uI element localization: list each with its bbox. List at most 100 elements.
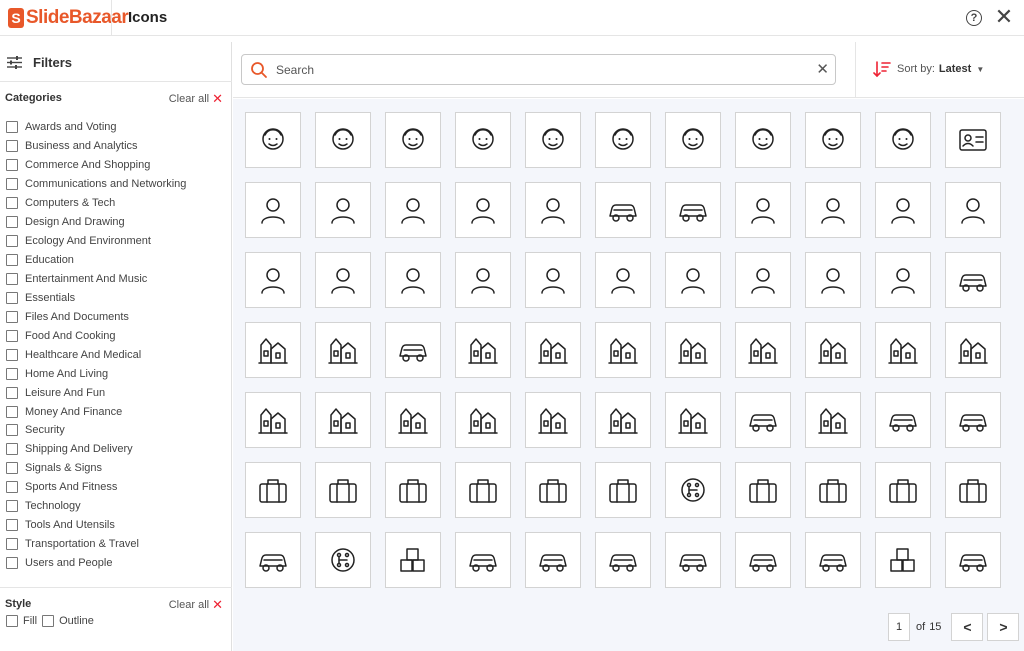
icon-tile[interactable] (595, 252, 651, 308)
icon-tile[interactable] (945, 322, 1001, 378)
icon-tile[interactable] (665, 322, 721, 378)
icon-tile[interactable] (525, 532, 581, 588)
category-checkbox[interactable] (6, 387, 18, 399)
icon-tile[interactable] (315, 182, 371, 238)
icon-tile[interactable] (455, 392, 511, 448)
icon-tile[interactable] (805, 182, 861, 238)
category-item[interactable]: Education (6, 251, 226, 270)
icon-tile[interactable] (525, 112, 581, 168)
icon-tile[interactable] (245, 462, 301, 518)
icon-tile[interactable] (595, 182, 651, 238)
category-checkbox[interactable] (6, 538, 18, 550)
category-item[interactable]: Shipping And Delivery (6, 440, 226, 459)
icon-tile[interactable] (875, 462, 931, 518)
icon-tile[interactable] (945, 392, 1001, 448)
category-item[interactable]: Security (6, 421, 226, 440)
icon-tile[interactable] (245, 252, 301, 308)
category-checkbox[interactable] (6, 519, 18, 531)
prev-page-button[interactable]: < (951, 613, 983, 641)
icon-tile[interactable] (245, 112, 301, 168)
icon-tile[interactable] (735, 322, 791, 378)
category-item[interactable]: Transportation & Travel (6, 535, 226, 554)
icon-tile[interactable] (805, 532, 861, 588)
category-item[interactable]: Leisure And Fun (6, 383, 226, 402)
icon-tile[interactable] (595, 462, 651, 518)
icon-tile[interactable] (595, 532, 651, 588)
icon-tile[interactable] (665, 182, 721, 238)
icon-tile[interactable] (315, 532, 371, 588)
icon-tile[interactable] (525, 182, 581, 238)
icon-tile[interactable] (315, 462, 371, 518)
sort-dropdown[interactable]: Sort by: Latest ▼ (873, 60, 984, 78)
icon-tile[interactable] (875, 532, 931, 588)
icon-tile[interactable] (805, 252, 861, 308)
icon-tile[interactable] (665, 252, 721, 308)
category-checkbox[interactable] (6, 557, 18, 569)
category-item[interactable]: Users and People (6, 554, 226, 573)
fill-checkbox[interactable] (6, 615, 18, 627)
icon-tile[interactable] (315, 112, 371, 168)
icon-tile[interactable] (385, 112, 441, 168)
category-item[interactable]: Signals & Signs (6, 459, 226, 478)
icon-tile[interactable] (595, 112, 651, 168)
category-checkbox[interactable] (6, 273, 18, 285)
search-input[interactable] (276, 61, 796, 79)
category-checkbox[interactable] (6, 406, 18, 418)
icon-tile[interactable] (735, 532, 791, 588)
icon-tile[interactable] (455, 322, 511, 378)
category-item[interactable]: Awards and Voting (6, 118, 226, 137)
icon-tile[interactable] (945, 182, 1001, 238)
icon-tile[interactable] (455, 252, 511, 308)
clear-search-icon[interactable]: ✕ (816, 60, 829, 78)
outline-checkbox[interactable] (42, 615, 54, 627)
icon-tile[interactable] (385, 462, 441, 518)
category-item[interactable]: Home And Living (6, 364, 226, 383)
icon-tile[interactable] (875, 322, 931, 378)
icon-tile[interactable] (245, 532, 301, 588)
icon-tile[interactable] (665, 532, 721, 588)
category-checkbox[interactable] (6, 368, 18, 380)
icon-tile[interactable] (595, 392, 651, 448)
icon-tile[interactable] (875, 252, 931, 308)
icon-tile[interactable] (525, 252, 581, 308)
category-item[interactable]: Files And Documents (6, 307, 226, 326)
category-item[interactable]: Money And Finance (6, 402, 226, 421)
category-item[interactable]: Technology (6, 497, 226, 516)
icon-tile[interactable] (805, 322, 861, 378)
category-item[interactable]: Entertainment And Music (6, 270, 226, 289)
category-checkbox[interactable] (6, 462, 18, 474)
categories-clear-all[interactable]: Clear all✕ (169, 91, 223, 107)
category-checkbox[interactable] (6, 216, 18, 228)
category-item[interactable]: Business and Analytics (6, 137, 226, 156)
category-checkbox[interactable] (6, 178, 18, 190)
category-checkbox[interactable] (6, 121, 18, 133)
category-item[interactable]: Healthcare And Medical (6, 345, 226, 364)
category-checkbox[interactable] (6, 330, 18, 342)
icon-tile[interactable] (385, 392, 441, 448)
category-checkbox[interactable] (6, 235, 18, 247)
icon-tile[interactable] (385, 252, 441, 308)
icon-tile[interactable] (735, 462, 791, 518)
icon-tile[interactable] (735, 182, 791, 238)
icon-tile[interactable] (455, 532, 511, 588)
icon-tile[interactable] (245, 322, 301, 378)
icon-tile[interactable] (945, 532, 1001, 588)
icon-tile[interactable] (245, 392, 301, 448)
icon-tile[interactable] (315, 252, 371, 308)
icon-tile[interactable] (595, 322, 651, 378)
category-item[interactable]: Commerce And Shopping (6, 156, 226, 175)
icon-tile[interactable] (945, 252, 1001, 308)
category-item[interactable]: Essentials (6, 288, 226, 307)
icon-tile[interactable] (385, 182, 441, 238)
icon-tile[interactable] (385, 322, 441, 378)
category-checkbox[interactable] (6, 197, 18, 209)
icon-tile[interactable] (875, 112, 931, 168)
category-item[interactable]: Tools And Utensils (6, 516, 226, 535)
category-checkbox[interactable] (6, 481, 18, 493)
style-clear-all[interactable]: Clear all✕ (169, 597, 223, 613)
icon-tile[interactable] (805, 112, 861, 168)
icon-tile[interactable] (665, 462, 721, 518)
icon-tile[interactable] (315, 322, 371, 378)
category-checkbox[interactable] (6, 140, 18, 152)
category-checkbox[interactable] (6, 311, 18, 323)
